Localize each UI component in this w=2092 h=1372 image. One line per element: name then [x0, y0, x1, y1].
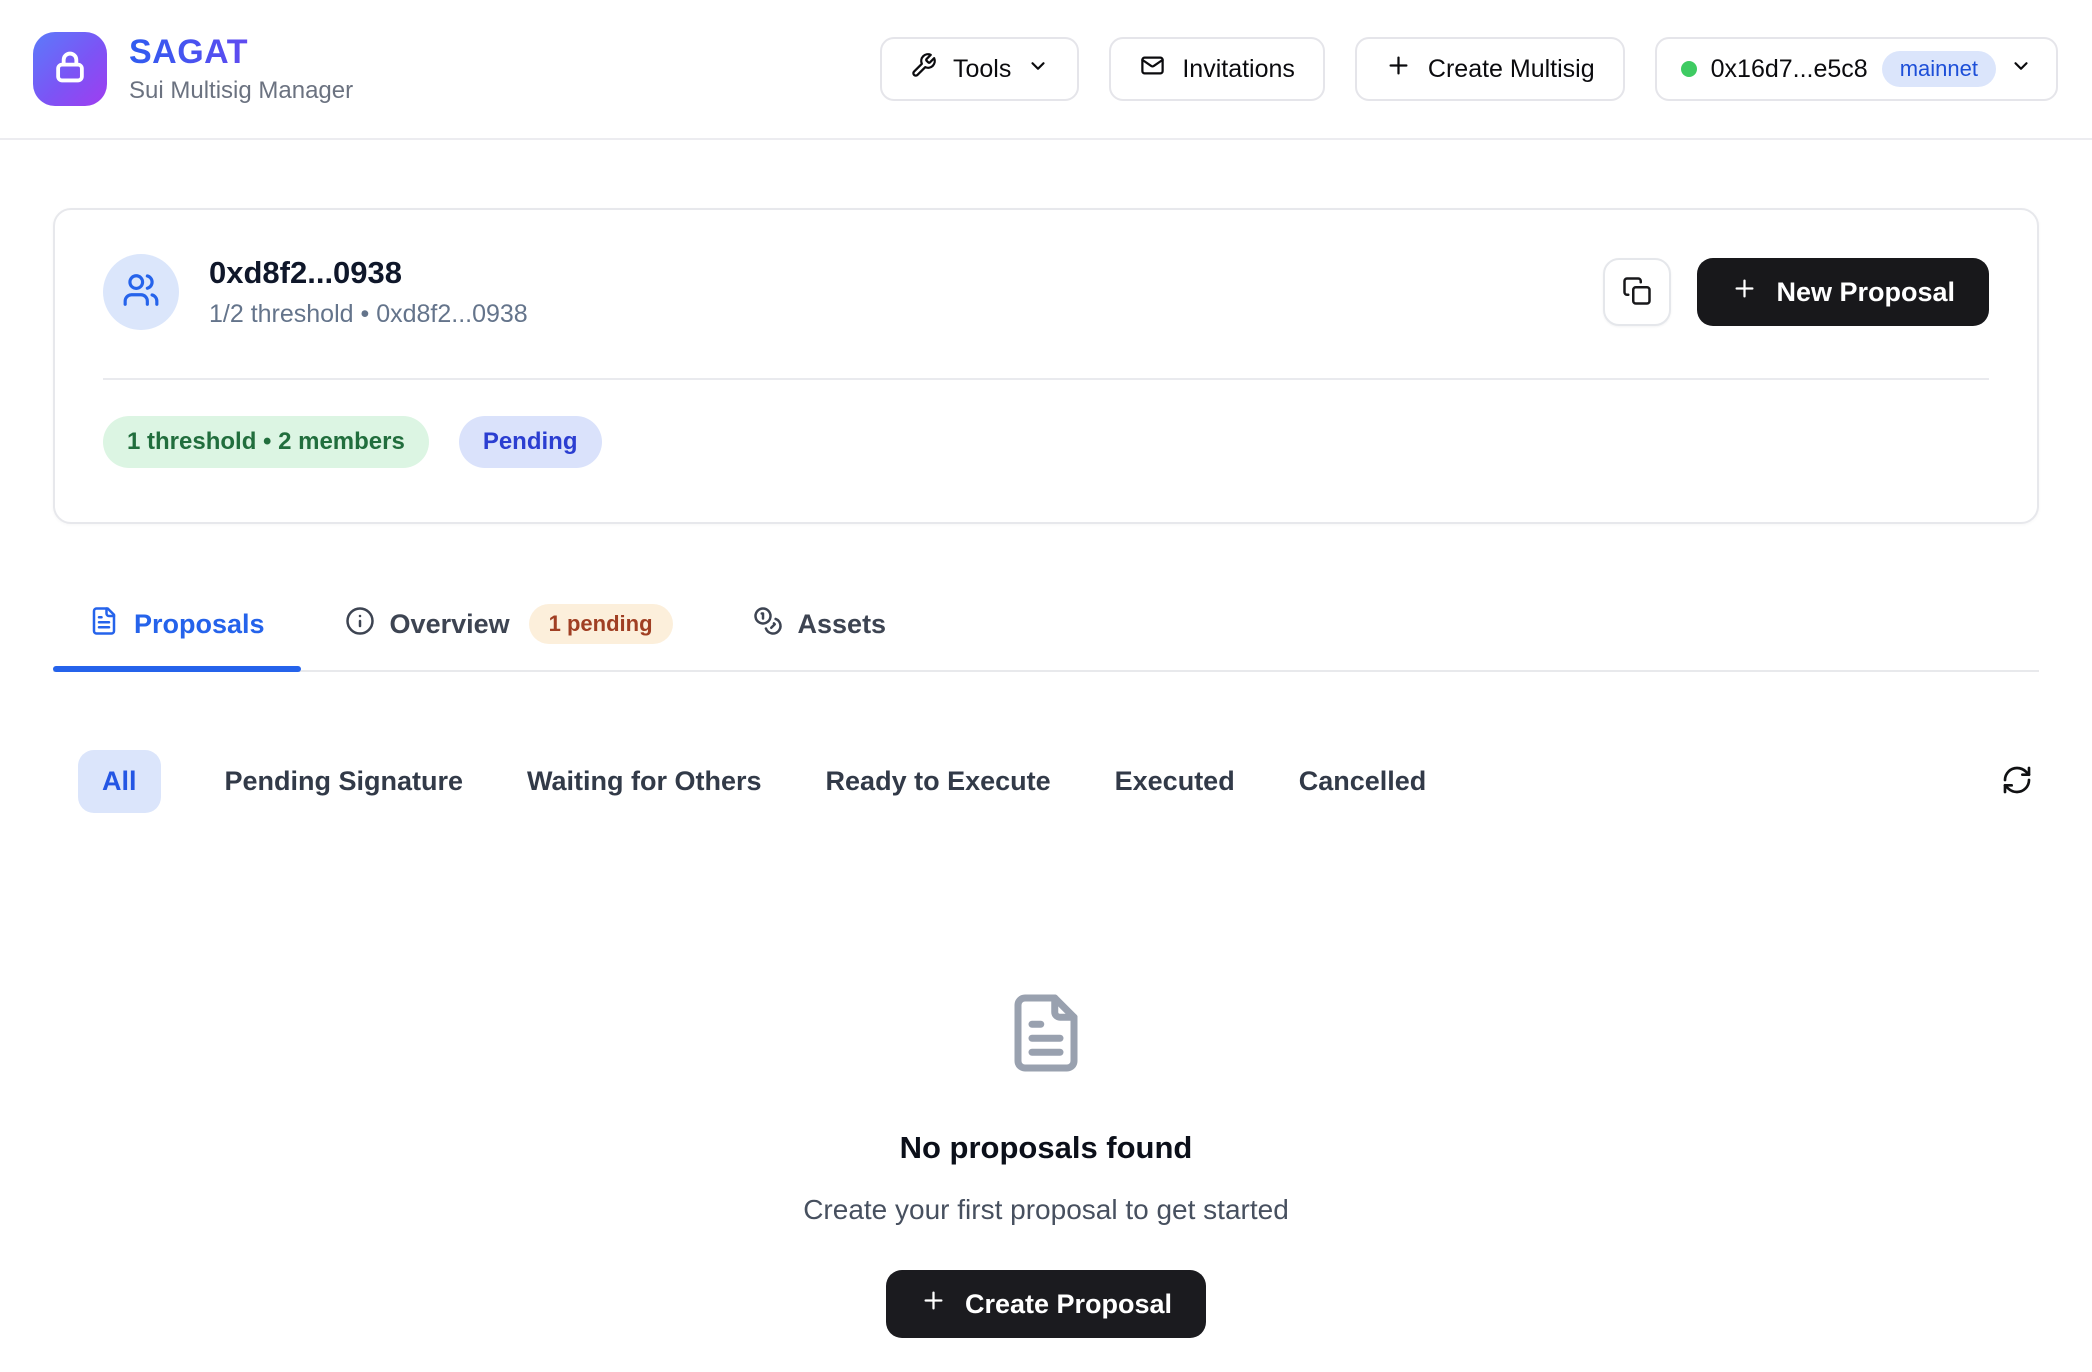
create-proposal-label: Create Proposal [965, 1289, 1172, 1320]
header-actions: Tools Invitations Create Multisig 0x16d7… [880, 37, 2058, 101]
empty-state-title: No proposals found [900, 1130, 1193, 1166]
invitations-label: Invitations [1182, 55, 1295, 84]
plus-icon [1731, 275, 1758, 309]
refresh-icon [2001, 764, 2033, 799]
wrench-icon [910, 52, 937, 86]
tools-button[interactable]: Tools [880, 37, 1079, 101]
tab-bar: Proposals Overview 1 pending Assets [53, 584, 2039, 672]
multisig-card: 0xd8f2...0938 1/2 threshold • 0xd8f2...0… [53, 208, 2039, 524]
avatar [103, 254, 179, 330]
app-header: SAGAT Sui Multisig Manager Tools I [0, 0, 2092, 140]
tab-overview-label: Overview [390, 609, 510, 640]
create-multisig-button[interactable]: Create Multisig [1355, 37, 1625, 101]
filter-cancelled[interactable]: Cancelled [1299, 766, 1427, 797]
chevron-down-icon [1027, 55, 1049, 84]
pending-count-badge: 1 pending [529, 604, 673, 644]
file-text-icon [89, 606, 119, 643]
multisig-card-header: 0xd8f2...0938 1/2 threshold • 0xd8f2...0… [103, 254, 1989, 330]
copy-icon [1622, 276, 1652, 309]
info-icon [345, 606, 375, 643]
invitations-button[interactable]: Invitations [1109, 37, 1325, 101]
card-divider [103, 378, 1989, 380]
filter-executed[interactable]: Executed [1115, 766, 1235, 797]
tab-overview[interactable]: Overview 1 pending [309, 584, 709, 670]
new-proposal-label: New Proposal [1776, 277, 1955, 308]
app-logo [33, 32, 107, 106]
proposal-filters: All Pending Signature Waiting for Others… [53, 750, 2039, 813]
tab-proposals[interactable]: Proposals [53, 584, 301, 670]
brand: SAGAT Sui Multisig Manager [33, 32, 353, 106]
network-badge: mainnet [1882, 51, 1996, 87]
badge-row: 1 threshold • 2 members Pending [103, 416, 1989, 468]
lock-icon [51, 48, 89, 91]
copy-address-button[interactable] [1603, 258, 1671, 326]
connection-status-dot [1681, 61, 1697, 77]
multisig-title: 0xd8f2...0938 [209, 255, 528, 291]
chevron-down-icon [2010, 55, 2032, 84]
empty-state: No proposals found Create your first pro… [0, 981, 2092, 1338]
status-badge: Pending [459, 416, 602, 468]
filter-ready-to-execute[interactable]: Ready to Execute [826, 766, 1051, 797]
document-icon [1004, 981, 1088, 1090]
new-proposal-button[interactable]: New Proposal [1697, 258, 1989, 326]
app-title: SAGAT [129, 33, 353, 72]
multisig-text: 0xd8f2...0938 1/2 threshold • 0xd8f2...0… [209, 255, 528, 329]
tools-label: Tools [953, 55, 1011, 84]
multisig-subtitle: 1/2 threshold • 0xd8f2...0938 [209, 300, 528, 329]
brand-text: SAGAT Sui Multisig Manager [129, 33, 353, 104]
users-icon [122, 271, 160, 314]
refresh-button[interactable] [1995, 758, 2039, 805]
create-proposal-button[interactable]: Create Proposal [886, 1270, 1206, 1338]
plus-icon [1385, 52, 1412, 86]
plus-icon [920, 1287, 947, 1321]
multisig-identity: 0xd8f2...0938 1/2 threshold • 0xd8f2...0… [103, 254, 528, 330]
mail-icon [1139, 52, 1166, 86]
wallet-address: 0x16d7...e5c8 [1711, 55, 1868, 84]
filter-all[interactable]: All [78, 750, 161, 813]
create-multisig-label: Create Multisig [1428, 55, 1595, 84]
filter-pending-signature[interactable]: Pending Signature [225, 766, 464, 797]
filter-waiting-for-others[interactable]: Waiting for Others [527, 766, 762, 797]
app-tagline: Sui Multisig Manager [129, 77, 353, 105]
coins-icon [753, 606, 783, 643]
tab-proposals-label: Proposals [134, 609, 265, 640]
tab-assets[interactable]: Assets [717, 584, 923, 670]
multisig-card-actions: New Proposal [1603, 258, 1989, 326]
empty-state-subtitle: Create your first proposal to get starte… [803, 1194, 1289, 1226]
tab-assets-label: Assets [798, 609, 887, 640]
wallet-button[interactable]: 0x16d7...e5c8 mainnet [1655, 37, 2058, 101]
membership-badge: 1 threshold • 2 members [103, 416, 429, 468]
